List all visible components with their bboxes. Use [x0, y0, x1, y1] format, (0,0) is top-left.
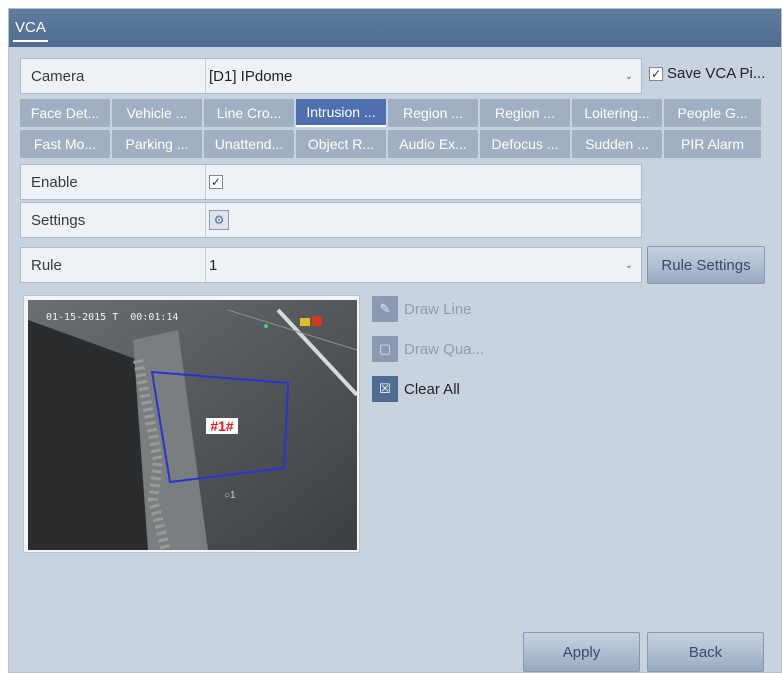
back-button[interactable]: Back — [647, 632, 764, 672]
video-preview-frame: #1# 01-15-2015 T 00:01:14 ○1 — [23, 295, 360, 553]
chevron-down-icon[interactable]: ⌄ — [625, 59, 633, 93]
vca-tab[interactable]: Audio Ex... — [388, 130, 478, 158]
settings-row: Settings ⚙ — [20, 202, 642, 238]
chevron-down-icon[interactable]: ⌄ — [625, 248, 633, 282]
vca-tab[interactable]: Line Cro... — [204, 99, 294, 127]
region-label: #1# — [210, 418, 234, 434]
camera-preview-image[interactable]: #1# 01-15-2015 T 00:01:14 ○1 — [28, 300, 357, 550]
vca-tab[interactable]: People G... — [664, 99, 761, 127]
enable-row: Enable ✓ — [20, 164, 642, 200]
pencil-icon: ✎ — [372, 296, 398, 322]
divider — [205, 203, 206, 237]
save-vca-checkbox[interactable]: ✓ — [649, 66, 663, 81]
vca-tab[interactable]: PIR Alarm — [664, 130, 761, 158]
vca-tab[interactable]: Region ... — [480, 99, 570, 127]
clear-icon: ☒ — [372, 376, 398, 402]
clear-all-label: Clear All — [404, 380, 460, 398]
draw-quadrilateral-button[interactable]: ▢ Draw Qua... — [372, 336, 484, 362]
vca-tab[interactable]: Parking ... — [112, 130, 202, 158]
divider — [205, 59, 206, 93]
draw-line-button[interactable]: ✎ Draw Line — [372, 296, 472, 322]
vca-tab[interactable]: Region ... — [388, 99, 478, 127]
settings-label: Settings — [31, 211, 86, 229]
vca-tab[interactable]: Loitering... — [572, 99, 662, 127]
title-tab[interactable]: VCA — [13, 19, 48, 42]
camera-label: Camera — [31, 67, 85, 85]
draw-quad-label: Draw Qua... — [404, 340, 485, 358]
clear-all-button[interactable]: ☒ Clear All — [372, 376, 460, 402]
divider — [205, 165, 206, 199]
save-vca-label: Save VCA Pi... — [667, 65, 766, 82]
enable-label: Enable — [31, 173, 78, 191]
enable-checkbox[interactable]: ✓ — [209, 175, 223, 189]
camera-select[interactable]: [D1] IPdome — [209, 59, 292, 93]
vca-tab[interactable]: Sudden ... — [572, 130, 662, 158]
title-bar: VCA — [9, 9, 781, 47]
gear-icon[interactable]: ⚙ — [209, 210, 229, 230]
vca-tab[interactable]: Unattend... — [204, 130, 294, 158]
rule-settings-button[interactable]: Rule Settings — [647, 246, 765, 284]
vca-panel: VCA Camera [D1] IPdome ⌄ ✓ Save VCA Pi..… — [8, 8, 782, 673]
rule-row: Rule 1 ⌄ — [20, 247, 642, 283]
apply-button[interactable]: Apply — [523, 632, 640, 672]
vca-tab[interactable]: Vehicle ... — [112, 99, 202, 127]
rule-label: Rule — [31, 256, 62, 274]
camera-row: Camera [D1] IPdome ⌄ — [20, 58, 642, 94]
vca-tab[interactable]: Defocus ... — [480, 130, 570, 158]
draw-line-label: Draw Line — [404, 300, 472, 318]
vca-tab[interactable]: Face Det... — [20, 99, 110, 127]
save-vca-picture[interactable]: ✓ Save VCA Pi... — [649, 65, 765, 82]
osd-timestamp: 01-15-2015 T 00:01:14 — [46, 312, 178, 323]
edit-shape-icon: ▢ — [372, 336, 398, 362]
divider — [205, 248, 206, 282]
vca-tab[interactable]: Object R... — [296, 130, 386, 158]
vca-tab[interactable]: Fast Mo... — [20, 130, 110, 158]
rule-select[interactable]: 1 — [209, 248, 217, 282]
channel-marker: ○1 — [224, 490, 236, 501]
vca-tab[interactable]: Intrusion ... — [296, 99, 386, 127]
